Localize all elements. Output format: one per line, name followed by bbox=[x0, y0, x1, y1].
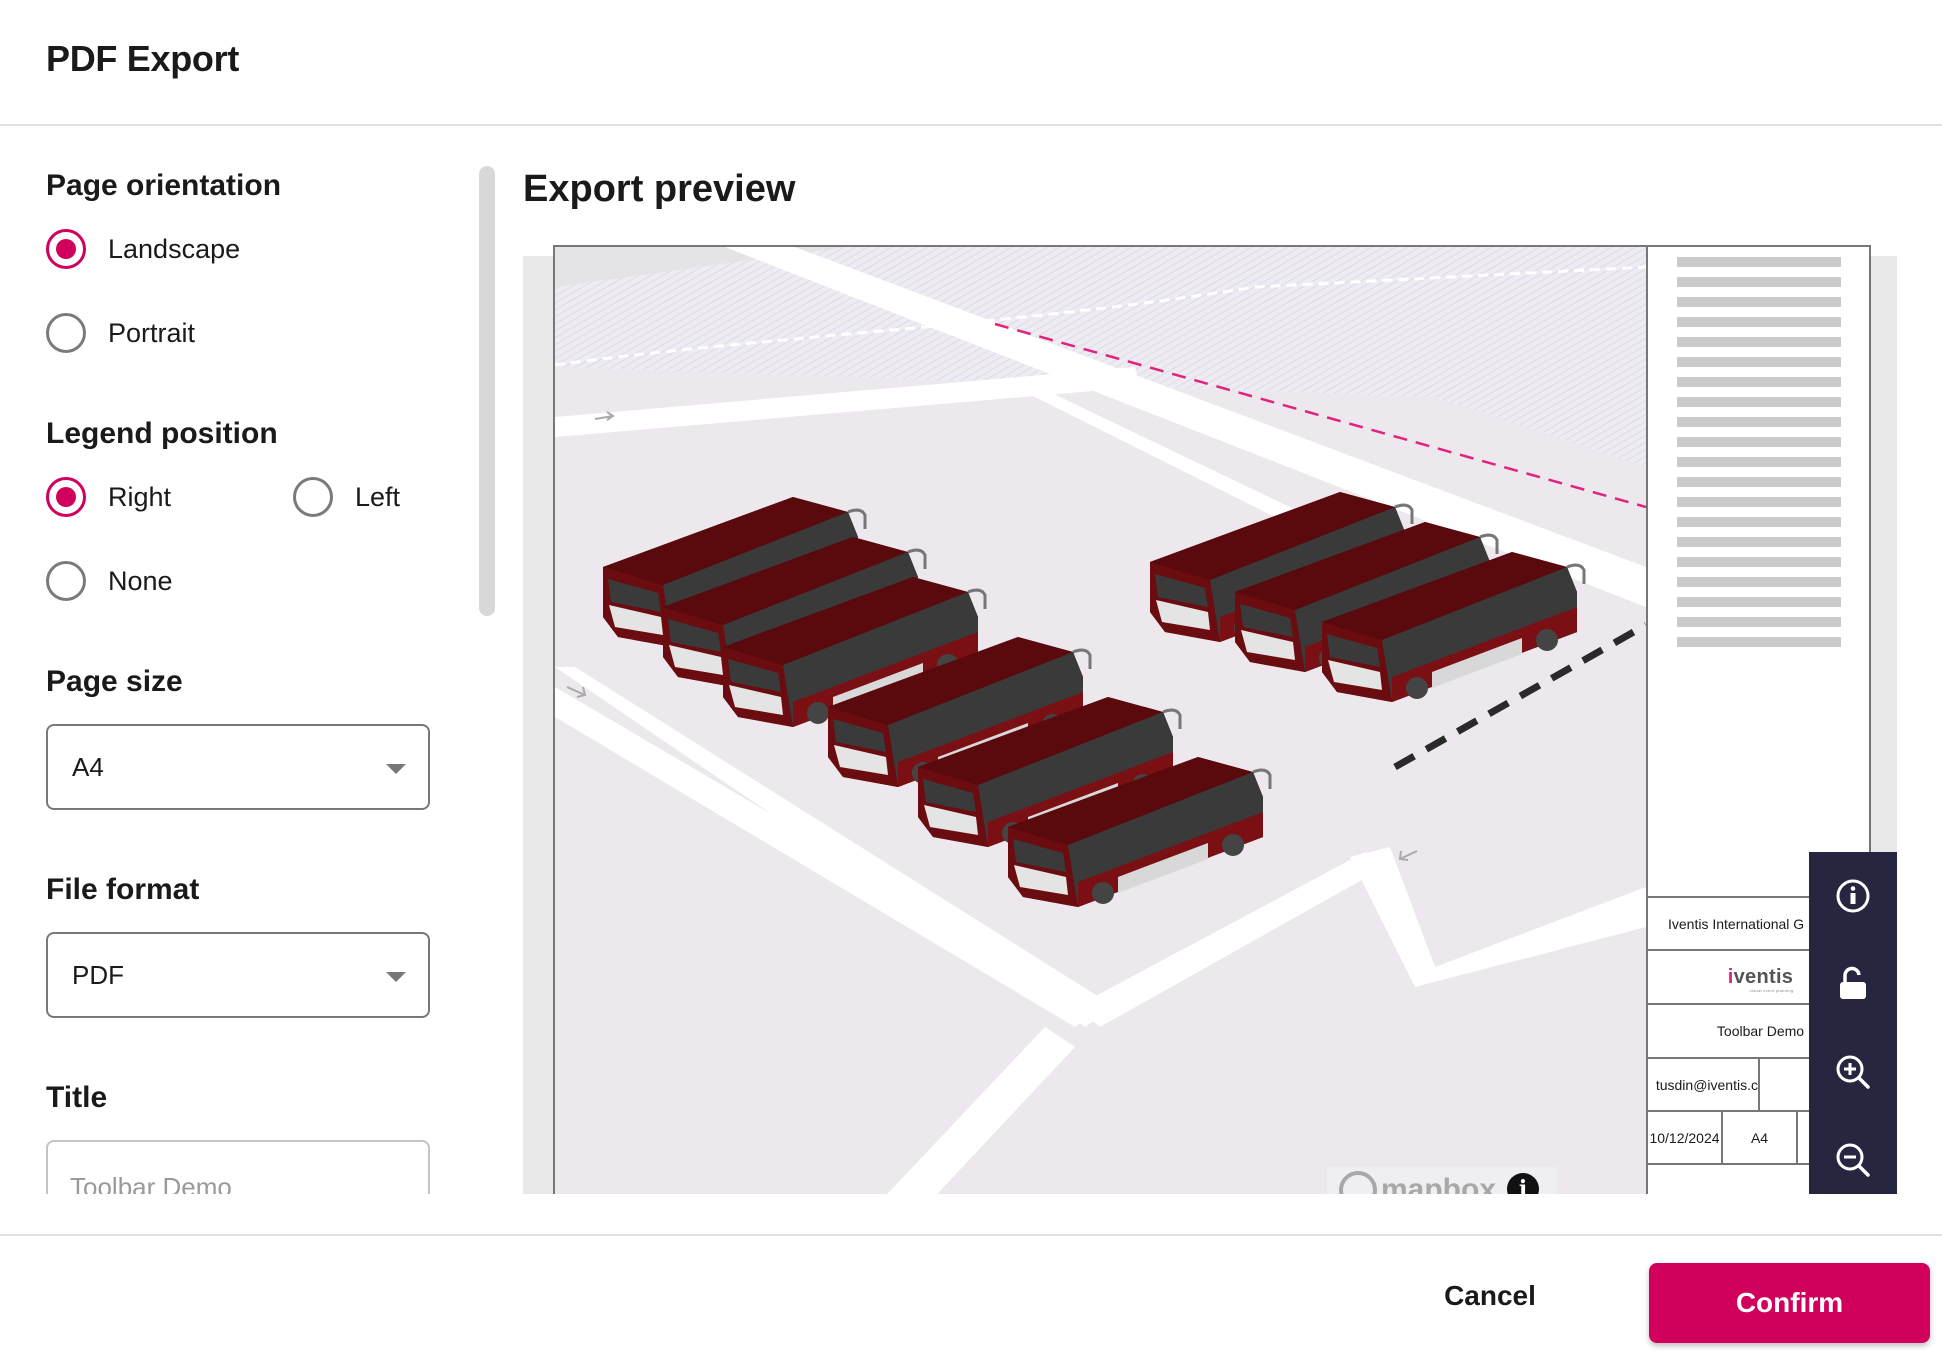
map-toolbar bbox=[1809, 852, 1897, 1194]
chevron-down-icon bbox=[386, 764, 406, 774]
mapbox-logo-icon bbox=[1339, 1170, 1377, 1194]
legend-placeholder-line bbox=[1677, 357, 1841, 367]
date-cell: 10/12/2024 bbox=[1648, 1112, 1723, 1163]
export-options-panel: Page orientation Landscape Portrait Lege… bbox=[46, 126, 446, 1194]
map-canvas bbox=[555, 247, 1646, 1194]
page-size-cell: A4 bbox=[1723, 1112, 1798, 1163]
radio-unchecked-icon[interactable] bbox=[46, 561, 86, 601]
radio-unchecked-icon[interactable] bbox=[293, 477, 333, 517]
legend-position-heading: Legend position bbox=[46, 417, 278, 450]
legend-placeholder-line bbox=[1677, 417, 1841, 427]
page-orientation-heading: Page orientation bbox=[46, 169, 282, 202]
legend-placeholder-line bbox=[1677, 457, 1841, 467]
zoom-out-icon bbox=[1836, 1143, 1870, 1177]
legend-placeholder-line bbox=[1677, 637, 1841, 647]
radio-label: Right bbox=[108, 481, 172, 512]
dialog-body: Page orientation Landscape Portrait Lege… bbox=[0, 126, 1942, 1194]
author-email: tusdin@iventis.c bbox=[1648, 1059, 1760, 1110]
info-icon[interactable]: i bbox=[1507, 1173, 1539, 1194]
page-size-text: A4 bbox=[1750, 1129, 1769, 1146]
legend-placeholder-line bbox=[1677, 277, 1841, 287]
legend-placeholder-line bbox=[1677, 577, 1841, 587]
radio-legend-right[interactable]: Right bbox=[46, 477, 171, 517]
date-text: 10/12/2024 bbox=[1649, 1129, 1720, 1146]
page-size-value: A4 bbox=[72, 752, 104, 782]
legend-placeholder-line bbox=[1677, 297, 1841, 307]
legend-placeholder-line bbox=[1677, 377, 1841, 387]
legend-placeholder-line bbox=[1677, 317, 1841, 327]
page-size-heading: Page size bbox=[46, 665, 183, 698]
map-preview[interactable]: mapbox i bbox=[555, 247, 1646, 1194]
dialog-footer: Cancel Confirm bbox=[0, 1234, 1942, 1354]
file-format-heading: File format bbox=[46, 873, 200, 906]
lock-toggle-button[interactable] bbox=[1809, 940, 1897, 1028]
title-field[interactable] bbox=[46, 1140, 430, 1194]
legend-placeholder-line bbox=[1677, 497, 1841, 507]
legend-placeholder-line bbox=[1677, 557, 1841, 567]
legend-placeholder-line bbox=[1677, 337, 1841, 347]
dialog-title: PDF Export bbox=[46, 38, 240, 79]
page-size-select[interactable]: A4 bbox=[46, 724, 430, 810]
author-email-text: tusdin@iventis.c bbox=[1655, 1076, 1758, 1093]
radio-landscape[interactable]: Landscape bbox=[46, 229, 240, 269]
title-heading: Title bbox=[46, 1081, 108, 1114]
zoom-in-button[interactable] bbox=[1809, 1028, 1897, 1116]
title-input[interactable] bbox=[70, 1172, 400, 1194]
radio-checked-icon[interactable] bbox=[46, 477, 86, 517]
dialog-header: PDF Export bbox=[0, 0, 1942, 126]
info-icon bbox=[1836, 879, 1870, 913]
iventis-logo: iventis visual event planning bbox=[1727, 965, 1794, 993]
radio-label: None bbox=[108, 565, 173, 596]
cancel-button[interactable]: Cancel bbox=[1440, 1266, 1540, 1326]
project-title: Toolbar Demo bbox=[1716, 1023, 1805, 1039]
confirm-button[interactable]: Confirm bbox=[1649, 1263, 1930, 1343]
radio-label: Landscape bbox=[108, 233, 241, 264]
legend-placeholder-line bbox=[1677, 597, 1841, 607]
file-format-value: PDF bbox=[72, 960, 124, 990]
mapbox-wordmark: mapbox bbox=[1381, 1172, 1497, 1195]
radio-label: Left bbox=[355, 481, 401, 512]
legend-placeholder-line bbox=[1677, 437, 1841, 447]
unlock-icon bbox=[1840, 966, 1866, 999]
zoom-in-icon bbox=[1836, 1055, 1870, 1089]
legend-placeholder-line bbox=[1677, 537, 1841, 547]
radio-unchecked-icon[interactable] bbox=[46, 313, 86, 353]
info-button[interactable] bbox=[1809, 852, 1897, 940]
export-preview-page: mapbox i Iventis International G iventis… bbox=[553, 245, 1871, 1194]
radio-legend-none[interactable]: None bbox=[46, 561, 173, 601]
radio-portrait[interactable]: Portrait bbox=[46, 313, 195, 353]
chevron-down-icon bbox=[386, 972, 406, 982]
legend-placeholder-line bbox=[1677, 257, 1841, 267]
radio-legend-left[interactable]: Left bbox=[293, 477, 400, 517]
legend-placeholder-line bbox=[1677, 617, 1841, 627]
legend-placeholder-line bbox=[1677, 477, 1841, 487]
radio-label: Portrait bbox=[108, 317, 196, 348]
radio-checked-icon[interactable] bbox=[46, 229, 86, 269]
export-preview-heading: Export preview bbox=[523, 168, 796, 210]
mapbox-attribution[interactable]: mapbox i bbox=[1327, 1167, 1557, 1194]
options-scrollbar[interactable] bbox=[479, 166, 495, 616]
zoom-out-button[interactable] bbox=[1809, 1116, 1897, 1194]
file-format-select[interactable]: PDF bbox=[46, 932, 430, 1018]
legend-placeholder-line bbox=[1677, 397, 1841, 407]
legend-placeholder-line bbox=[1677, 517, 1841, 527]
